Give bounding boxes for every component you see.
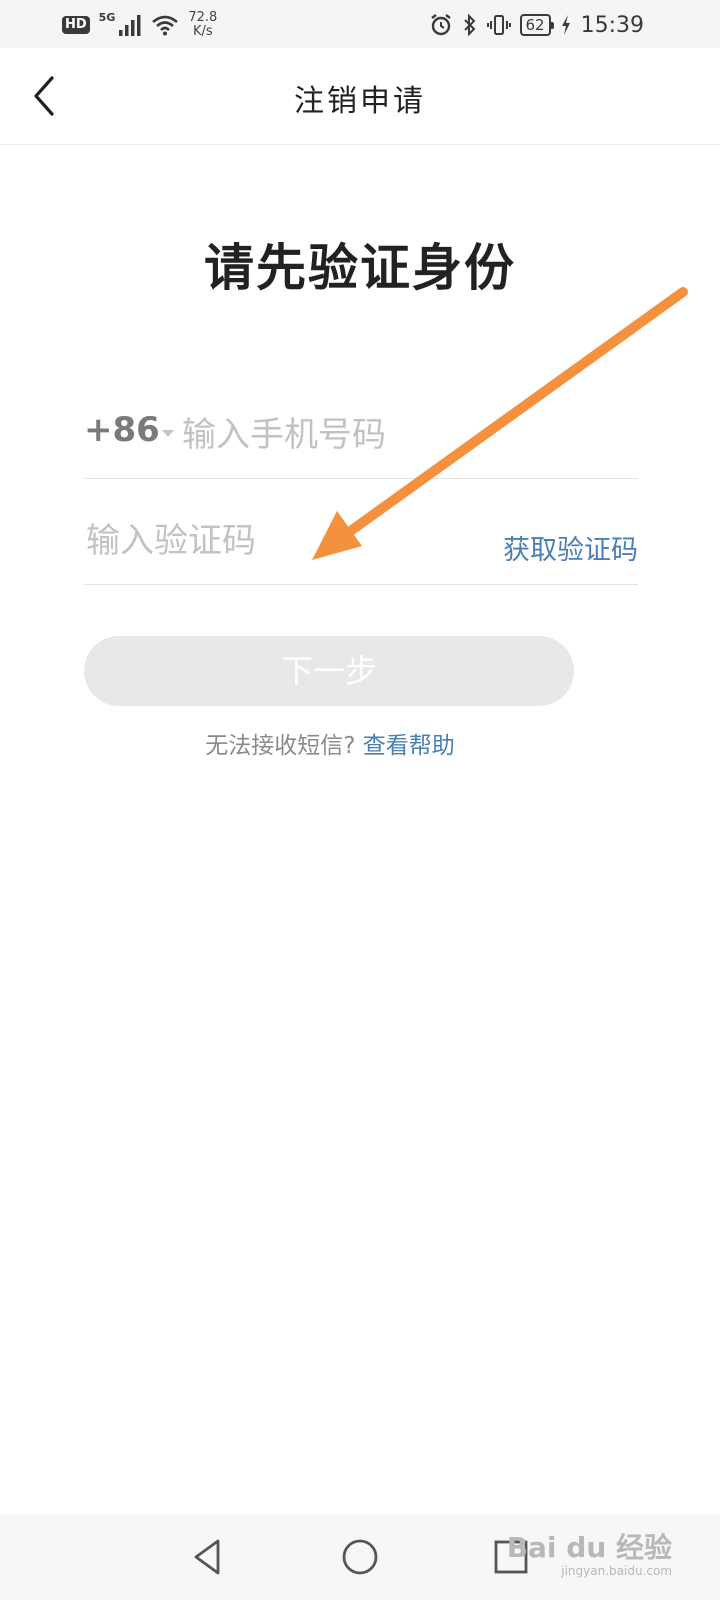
clock: 15:39 (580, 12, 644, 38)
status-bar-left: HD 5G 72.8 K/s (62, 8, 217, 42)
next-step-button[interactable]: 下一步 (84, 636, 574, 706)
nav-home-button[interactable] (337, 1534, 383, 1580)
get-code-button[interactable]: 获取验证码 (503, 528, 638, 567)
caret-down-icon (162, 430, 174, 437)
verify-identity-heading: 请先验证身份 (204, 239, 516, 297)
watermark-brand: Bai du 经验 (506, 1531, 672, 1564)
alarm-icon (430, 14, 451, 36)
wifi-icon (152, 15, 179, 36)
circle-home-icon (342, 1539, 378, 1575)
speed-unit: K/s (192, 24, 213, 39)
network-type: 5G (98, 10, 116, 24)
help-question: 无法接收短信? (205, 733, 356, 759)
triangle-back-icon (194, 1539, 220, 1575)
nav-back-button[interactable] (186, 1534, 232, 1580)
page-title: 注销申请 (294, 84, 426, 119)
charging-icon (561, 15, 570, 35)
baidu-watermark: Bai du 经验 jingyan.baidu.com (507, 1526, 672, 1578)
verification-code-input[interactable] (84, 512, 448, 570)
status-bar-right: 62 15:39 (429, 8, 644, 42)
title-bar: 注销申请 (0, 48, 720, 145)
view-help-link[interactable]: 查看帮助 (363, 733, 455, 759)
watermark-url: jingyan.baidu.com (561, 1564, 672, 1578)
hd-badge: HD (62, 16, 90, 34)
battery-indicator: 62 (519, 14, 554, 36)
vibrate-icon (486, 15, 511, 35)
country-code-selector[interactable]: +86 (84, 410, 160, 450)
help-line: 无法接收短信? 查看帮助 (0, 726, 660, 760)
phone-field-row: +86 (84, 398, 638, 479)
signal-icon (119, 15, 141, 36)
bluetooth-icon (463, 13, 475, 37)
network-speed: 72.8 K/s (188, 11, 217, 39)
speed-value: 72.8 (188, 10, 218, 25)
code-field-row: 获取验证码 (84, 500, 638, 585)
status-bar: HD 5G 72.8 K/s 62 15:39 (0, 0, 720, 48)
phone-input[interactable] (180, 406, 624, 464)
